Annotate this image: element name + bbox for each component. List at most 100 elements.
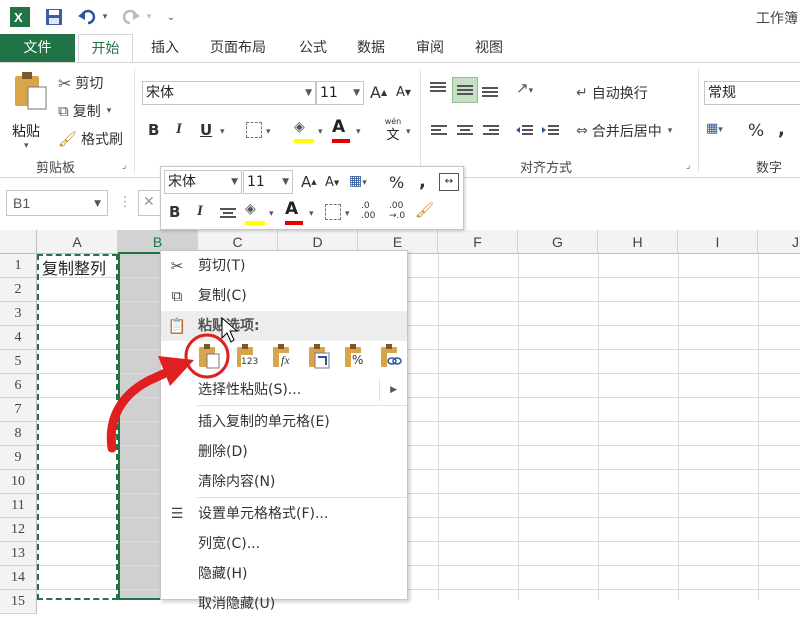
mini-format-painter-icon[interactable]: 🖌: [415, 201, 434, 219]
format-painter-button[interactable]: 🖌 格式刷: [58, 129, 123, 149]
row-header[interactable]: 4: [0, 326, 37, 350]
border-icon[interactable]: [246, 122, 262, 138]
row-header[interactable]: 10: [0, 470, 37, 494]
italic-button[interactable]: I: [176, 121, 182, 138]
row-header[interactable]: 1: [0, 254, 37, 278]
decrease-decimal-icon[interactable]: .00 →.0: [389, 201, 405, 221]
column-header-g[interactable]: G: [518, 230, 598, 254]
cut-button[interactable]: ✂ 剪切: [58, 73, 103, 93]
tab-page-layout[interactable]: 页面布局: [200, 34, 276, 62]
paste-values-icon[interactable]: 123: [235, 343, 261, 369]
menu-item-clear[interactable]: 清除内容(N): [161, 467, 407, 497]
mini-font-color-button[interactable]: A: [285, 199, 305, 225]
border-dropdown-icon[interactable]: ▾: [266, 127, 271, 137]
mini-border-icon[interactable]: [325, 204, 341, 220]
mini-font-dropdown[interactable]: 宋体 ▼: [164, 170, 242, 194]
decrease-indent-icon[interactable]: [516, 123, 534, 143]
row-header[interactable]: 8: [0, 422, 37, 446]
tab-home[interactable]: 开始: [78, 34, 133, 62]
column-header-j[interactable]: J: [758, 230, 800, 254]
menu-item-delete[interactable]: 删除(D): [161, 437, 407, 467]
tab-insert[interactable]: 插入: [140, 34, 190, 62]
increase-decimal-icon[interactable]: .0 .00: [361, 201, 375, 221]
fill-color-icon[interactable]: ◈: [294, 119, 316, 143]
middle-align-icon[interactable]: [452, 77, 478, 103]
tab-file[interactable]: 文件: [0, 34, 75, 62]
accounting-format-icon[interactable]: ▦▾: [706, 121, 723, 136]
copy-button[interactable]: ⧉ 复制 ▾: [58, 101, 111, 121]
name-box[interactable]: B1 ▼: [6, 190, 108, 216]
menu-item-column-width[interactable]: 列宽(C)...: [161, 529, 407, 559]
row-header[interactable]: 13: [0, 542, 37, 566]
mini-bold-button[interactable]: B: [169, 203, 180, 221]
mini-fill-dropdown-icon[interactable]: ▾: [269, 209, 274, 219]
paste-link-icon[interactable]: [379, 343, 403, 369]
grow-font-button[interactable]: A ▲: [370, 83, 387, 102]
undo-icon[interactable]: [76, 5, 100, 29]
row-header[interactable]: 15: [0, 590, 37, 614]
number-format-dropdown[interactable]: 常规: [704, 81, 800, 105]
mini-shrink-font-button[interactable]: A ▼: [325, 175, 339, 190]
menu-item-cut[interactable]: ✂ 剪切(T): [161, 251, 407, 281]
redo-icon[interactable]: [118, 5, 142, 29]
mini-border-dropdown-icon[interactable]: ▾: [345, 209, 350, 219]
tab-view[interactable]: 视图: [466, 34, 512, 62]
tab-data[interactable]: 数据: [348, 34, 394, 62]
mini-fill-color-icon[interactable]: ◈: [245, 201, 267, 225]
mini-size-dropdown[interactable]: 11 ▼: [243, 170, 293, 194]
column-header-h[interactable]: H: [598, 230, 678, 254]
select-all-corner[interactable]: [0, 230, 37, 254]
redo-dropdown-icon[interactable]: ▾: [144, 5, 154, 29]
mini-font-color-dropdown-icon[interactable]: ▾: [309, 209, 314, 219]
align-left-icon[interactable]: [430, 123, 448, 143]
shrink-font-button[interactable]: A ▼: [396, 85, 411, 100]
row-header[interactable]: 9: [0, 446, 37, 470]
customize-qat-icon[interactable]: ⌄: [164, 5, 178, 29]
font-color-button[interactable]: A: [332, 117, 352, 143]
menu-item-paste-special[interactable]: 选择性粘贴(S)... ▶: [161, 375, 407, 405]
paste-formatting-icon[interactable]: %: [343, 343, 367, 369]
mini-merge-icon[interactable]: ↔: [439, 173, 459, 191]
paste-transpose-icon[interactable]: [307, 343, 331, 369]
phonetic-dropdown-icon[interactable]: ▾: [406, 127, 411, 137]
tab-review[interactable]: 审阅: [407, 34, 453, 62]
menu-item-copy[interactable]: ⧉ 复制(C): [161, 281, 407, 311]
row-header[interactable]: 12: [0, 518, 37, 542]
font-size-dropdown[interactable]: 11 ▼: [316, 81, 364, 105]
row-header[interactable]: 7: [0, 398, 37, 422]
row-header[interactable]: 5: [0, 350, 37, 374]
mini-comma-button[interactable]: ,: [419, 171, 426, 192]
clipboard-launcher-icon[interactable]: ⌟: [122, 161, 126, 171]
save-icon[interactable]: [42, 5, 66, 29]
row-header[interactable]: 6: [0, 374, 37, 398]
percent-button[interactable]: %: [748, 121, 764, 141]
alignment-launcher-icon[interactable]: ⌟: [686, 161, 690, 171]
underline-button[interactable]: U: [200, 121, 212, 139]
phonetic-guide-button[interactable]: wén 文: [380, 117, 406, 145]
column-header-a[interactable]: A: [37, 230, 118, 254]
mini-italic-button[interactable]: I: [197, 203, 203, 220]
cancel-entry-button[interactable]: ✕: [138, 190, 160, 216]
undo-dropdown-icon[interactable]: ▾: [100, 5, 110, 29]
column-header-f[interactable]: F: [438, 230, 518, 254]
cell-a1[interactable]: 复制整列: [42, 255, 106, 279]
wrap-text-button[interactable]: ↵ 自动换行: [576, 83, 648, 103]
bottom-align-icon[interactable]: [480, 79, 500, 99]
tab-formulas[interactable]: 公式: [290, 34, 336, 62]
mini-accounting-icon[interactable]: ▦▾: [349, 173, 367, 189]
top-align-icon[interactable]: [428, 79, 448, 99]
align-center-icon[interactable]: [456, 123, 474, 143]
row-header[interactable]: 11: [0, 494, 37, 518]
paste-formulas-icon[interactable]: fx: [271, 343, 295, 369]
row-header[interactable]: 3: [0, 302, 37, 326]
menu-item-insert-copied[interactable]: 插入复制的单元格(E): [161, 407, 407, 437]
menu-item-unhide[interactable]: 取消隐藏(U): [161, 589, 407, 619]
paste-big-button[interactable]: 粘贴 ▾: [8, 71, 52, 151]
row-header[interactable]: 14: [0, 566, 37, 590]
orientation-icon[interactable]: ↗▾: [516, 79, 533, 97]
menu-item-hide[interactable]: 隐藏(H): [161, 559, 407, 589]
mini-percent-button[interactable]: %: [389, 173, 404, 192]
paste-icon[interactable]: [197, 343, 221, 369]
font-name-dropdown[interactable]: 宋体 ▼: [142, 81, 316, 105]
comma-button[interactable]: ,: [778, 119, 785, 140]
